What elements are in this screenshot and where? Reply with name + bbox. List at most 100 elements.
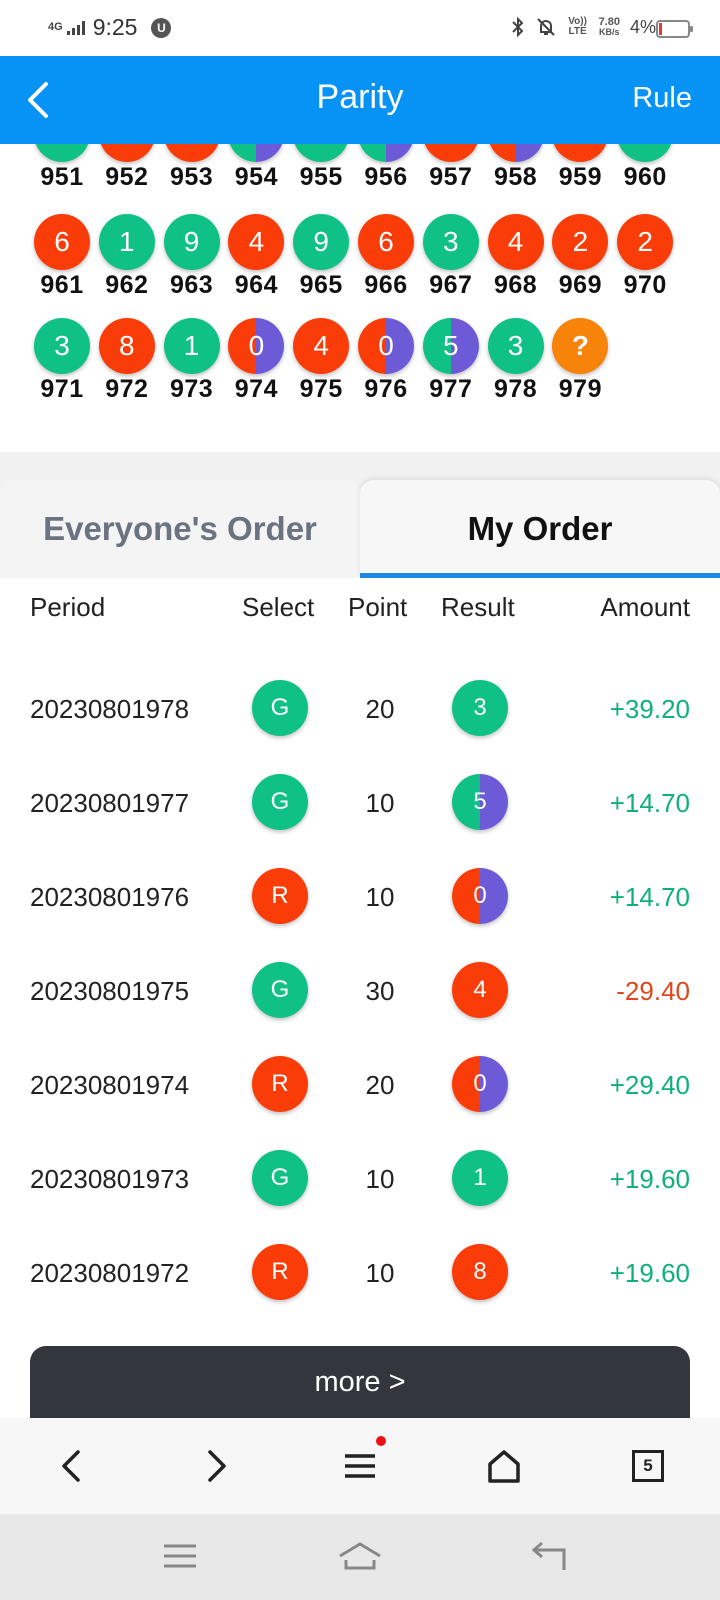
app-header: Parity Rule bbox=[0, 56, 720, 144]
clock: 9:25 bbox=[92, 14, 138, 40]
network-speed: 7.80 KB/s bbox=[598, 16, 620, 38]
result-badge: 1 bbox=[452, 1150, 508, 1206]
order-amount: +14.70 bbox=[609, 788, 690, 818]
period-number: 979 bbox=[558, 375, 602, 403]
history-item: 952 bbox=[95, 144, 159, 192]
order-period: 20230801977 bbox=[30, 788, 190, 818]
order-amount: -29.40 bbox=[616, 976, 690, 1006]
history-item: 3 971 bbox=[30, 318, 94, 404]
header-select: Select bbox=[242, 592, 315, 622]
history-item: 3 967 bbox=[419, 214, 483, 300]
header-amount: Amount bbox=[600, 592, 690, 622]
order-point: 30 bbox=[365, 976, 395, 1006]
result-ball: 6 bbox=[358, 214, 414, 270]
status-bar: 4G 9:25 U Vo)) LTE 7.80 KB/s 4% bbox=[0, 0, 720, 56]
recent-apps-icon[interactable] bbox=[158, 1536, 202, 1576]
result-ball: ? bbox=[552, 318, 609, 374]
system-back-icon[interactable] bbox=[528, 1536, 572, 1576]
battery-percent: 4% bbox=[629, 16, 656, 37]
tab-everyones-order[interactable]: Everyone's Order bbox=[0, 480, 360, 578]
period-number: 973 bbox=[169, 375, 214, 403]
browser-back-icon[interactable] bbox=[48, 1442, 96, 1490]
history-item: 1 962 bbox=[95, 214, 159, 300]
period-number: 963 bbox=[169, 271, 214, 299]
history-item: 2 969 bbox=[548, 214, 612, 300]
browser-menu-icon[interactable] bbox=[336, 1436, 386, 1490]
history-item: 955 bbox=[289, 144, 353, 192]
speed-value: 7.80 bbox=[598, 16, 620, 28]
result-ball bbox=[552, 144, 609, 162]
history-item: 956 bbox=[354, 144, 418, 192]
result-ball: 4 bbox=[293, 318, 350, 374]
history-item: 0 976 bbox=[354, 318, 418, 404]
period-number: 961 bbox=[40, 271, 84, 299]
order-period: 20230801976 bbox=[30, 882, 190, 912]
browser-tabs-button[interactable]: 5 bbox=[624, 1442, 672, 1490]
result-ball bbox=[293, 144, 350, 162]
result-ball bbox=[422, 144, 479, 162]
order-period: 20230801974 bbox=[30, 1070, 190, 1100]
history-item: 2 970 bbox=[613, 214, 677, 300]
header-period: Period bbox=[30, 592, 106, 622]
table-row: 20230801974 R 20 0 +29.40 bbox=[0, 1036, 720, 1132]
status-right: Vo)) LTE 7.80 KB/s 4% bbox=[511, 16, 656, 38]
order-point: 20 bbox=[365, 1070, 395, 1100]
system-home-icon[interactable] bbox=[336, 1536, 384, 1576]
order-point: 10 bbox=[365, 788, 395, 818]
result-ball: 9 bbox=[163, 214, 220, 270]
battery-icon bbox=[656, 20, 693, 38]
select-badge: G bbox=[252, 680, 308, 736]
result-ball: 6 bbox=[34, 214, 90, 270]
browser-home-icon[interactable] bbox=[480, 1442, 528, 1490]
result-ball: 2 bbox=[552, 214, 609, 270]
network-type: 4G bbox=[48, 21, 63, 33]
period-number: 957 bbox=[429, 163, 473, 191]
result-ball: 0 bbox=[228, 318, 285, 374]
order-period: 20230801975 bbox=[30, 976, 190, 1006]
order-tabs: Everyone's Order My Order bbox=[0, 480, 720, 578]
result-ball bbox=[228, 144, 285, 162]
volte-indicator: Vo)) LTE bbox=[568, 16, 587, 37]
order-amount: +19.60 bbox=[609, 1258, 690, 1288]
history-item: 6 961 bbox=[30, 214, 94, 300]
history-item: 951 bbox=[30, 144, 94, 192]
period-number: 962 bbox=[105, 271, 149, 299]
order-amount: +39.20 bbox=[609, 694, 690, 724]
select-badge: G bbox=[252, 1150, 308, 1206]
result-history: 951 952 953 954 955 956 957 958 959 960 6 961 1 962 9 9… bbox=[0, 144, 720, 452]
history-item: 6 966 bbox=[354, 214, 418, 300]
mute-bell-icon bbox=[536, 18, 555, 36]
notification-badge: U bbox=[151, 17, 172, 38]
history-item: 960 bbox=[613, 144, 677, 192]
history-item: 953 bbox=[160, 144, 224, 192]
tab-my-order[interactable]: My Order bbox=[360, 480, 720, 578]
select-badge: G bbox=[252, 774, 308, 830]
result-ball bbox=[98, 144, 155, 162]
page-title: Parity bbox=[316, 78, 404, 116]
order-period: 20230801973 bbox=[30, 1164, 190, 1194]
period-number: 976 bbox=[364, 375, 408, 403]
history-item: 4 964 bbox=[224, 214, 288, 300]
table-row: 20230801977 G 10 5 +14.70 bbox=[0, 754, 720, 850]
browser-forward-icon[interactable] bbox=[192, 1442, 240, 1490]
select-badge: R bbox=[252, 868, 308, 924]
period-number: 958 bbox=[493, 163, 538, 191]
history-item: 3 978 bbox=[484, 318, 548, 404]
order-amount: +14.70 bbox=[609, 882, 690, 912]
result-badge: 0 bbox=[452, 868, 508, 924]
select-badge: G bbox=[252, 962, 308, 1018]
order-point: 10 bbox=[365, 1164, 395, 1194]
period-number: 974 bbox=[234, 375, 278, 403]
rule-link[interactable]: Rule bbox=[632, 82, 692, 115]
table-row: 20230801978 G 20 3 +39.20 bbox=[0, 660, 720, 756]
result-ball: 2 bbox=[617, 214, 674, 270]
history-item: 9 965 bbox=[289, 214, 353, 300]
bluetooth-icon bbox=[511, 16, 523, 38]
more-button[interactable]: more > bbox=[30, 1346, 690, 1418]
result-ball: 9 bbox=[293, 214, 350, 270]
history-item: ? 979 bbox=[548, 318, 612, 404]
period-number: 965 bbox=[299, 271, 343, 299]
order-point: 10 bbox=[365, 882, 395, 912]
period-number: 977 bbox=[429, 375, 473, 403]
history-item: 0 974 bbox=[224, 318, 288, 404]
